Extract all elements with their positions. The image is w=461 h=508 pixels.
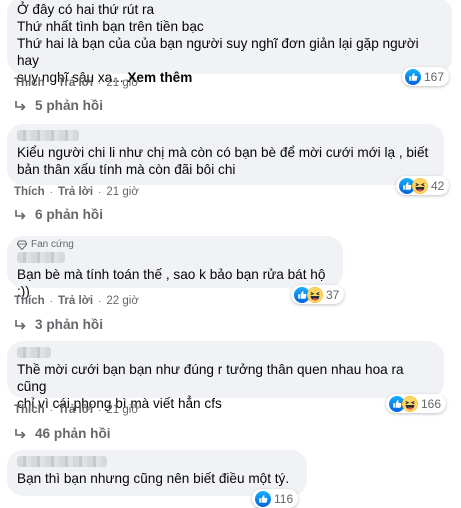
- reply-arrow-icon: [13, 99, 27, 113]
- like-link[interactable]: Thích: [14, 186, 45, 198]
- comment-bubble: Thề mời cưới bạn bạn như đúng r tưởng th…: [7, 341, 444, 411]
- comment-line: Thề mời cưới bạn bạn như đúng r tưởng th…: [17, 362, 404, 394]
- replies-count: 46 phản hồi: [35, 426, 111, 441]
- comment-line: Ở đây có hai thứ rút ra: [17, 2, 155, 17]
- blurred-author-name: [17, 130, 79, 141]
- comment-line: bản thân xấu tính mà còn đãi bôi chi: [17, 162, 236, 177]
- haha-reaction-icon: [402, 396, 418, 412]
- reaction-count: 42: [431, 178, 445, 193]
- like-link[interactable]: Thích: [14, 295, 45, 307]
- reaction-summary[interactable]: 167: [402, 67, 450, 86]
- comment-line: Thứ hai là bạn của của bạn người suy ngh…: [17, 36, 419, 68]
- comment-line: Thứ nhất tình bạn trên tiền bạc: [17, 19, 204, 34]
- comment-time[interactable]: 22 giờ: [106, 295, 138, 307]
- comment-actions: Thích · Trả lời · 22 giờ: [14, 295, 139, 307]
- replies-count: 5 phản hồi: [35, 98, 103, 113]
- comment-time[interactable]: 21 giờ: [106, 404, 138, 416]
- reaction-summary[interactable]: 37: [291, 285, 345, 304]
- comment-text: Bạn thì bạn nhưng cũng nên biết điều một…: [17, 470, 297, 487]
- fan-badge-label: Fan cứng: [31, 239, 74, 250]
- view-replies-button[interactable]: 6 phản hồi: [13, 207, 103, 222]
- reply-link[interactable]: Trả lời: [58, 404, 93, 416]
- blurred-author-name: [17, 347, 51, 358]
- reaction-summary[interactable]: 42: [396, 176, 450, 195]
- reaction-count: 167: [424, 69, 445, 84]
- haha-reaction-icon: [307, 287, 323, 303]
- reaction-summary[interactable]: 166: [386, 394, 447, 413]
- fan-badge: Fan cứng: [17, 239, 333, 250]
- comment-bubble: Fan cứng Bạn bè mà tính toán thế , sao k…: [7, 236, 343, 299]
- comment-text: Ở đây có hai thứ rút ra Thứ nhất tình bạ…: [17, 1, 442, 86]
- comment-line: Kiểu người chi li như chị mà còn có bạn …: [17, 145, 429, 160]
- comment-time[interactable]: 21 giờ: [106, 186, 138, 198]
- like-reaction-icon: [255, 491, 271, 507]
- comment-time[interactable]: 21 giờ: [106, 77, 138, 89]
- reply-link[interactable]: Trả lời: [58, 295, 93, 307]
- comment-actions: Thích · Trả lời · 21 giờ: [14, 186, 139, 198]
- replies-count: 6 phản hồi: [35, 207, 103, 222]
- reply-link[interactable]: Trả lời: [58, 77, 93, 89]
- blurred-author-name: [17, 252, 65, 263]
- reaction-count: 37: [326, 287, 340, 302]
- view-replies-button[interactable]: 5 phản hồi: [13, 98, 103, 113]
- comment-actions: Thích · Trả lời · 21 giờ: [14, 404, 139, 416]
- reply-link[interactable]: Trả lời: [58, 186, 93, 198]
- blurred-author-name: [17, 456, 107, 467]
- like-link[interactable]: Thích: [14, 77, 45, 89]
- comment-line: Bạn thì bạn nhưng cũng nên biết điều một…: [17, 471, 290, 486]
- view-replies-button[interactable]: 46 phản hồi: [13, 426, 111, 441]
- like-link[interactable]: Thích: [14, 404, 45, 416]
- comment-bubble: Kiểu người chi li như chị mà còn có bạn …: [7, 124, 444, 185]
- comment-bubble: Ở đây có hai thứ rút ra Thứ nhất tình bạ…: [7, 0, 452, 85]
- reply-arrow-icon: [13, 318, 27, 332]
- comment-actions: Thích · Trả lời · 21 giờ: [14, 77, 139, 89]
- reply-arrow-icon: [13, 208, 27, 222]
- reaction-summary[interactable]: 116: [252, 489, 299, 508]
- haha-reaction-icon: [412, 178, 428, 194]
- reaction-count: 116: [274, 491, 294, 506]
- reaction-count: 166: [421, 396, 442, 411]
- replies-count: 3 phản hồi: [35, 317, 103, 332]
- view-replies-button[interactable]: 3 phản hồi: [13, 317, 103, 332]
- comment-text: Kiểu người chi li như chị mà còn có bạn …: [17, 144, 434, 178]
- reply-arrow-icon: [13, 427, 27, 441]
- diamond-icon: [17, 240, 27, 250]
- like-reaction-icon: [405, 69, 421, 85]
